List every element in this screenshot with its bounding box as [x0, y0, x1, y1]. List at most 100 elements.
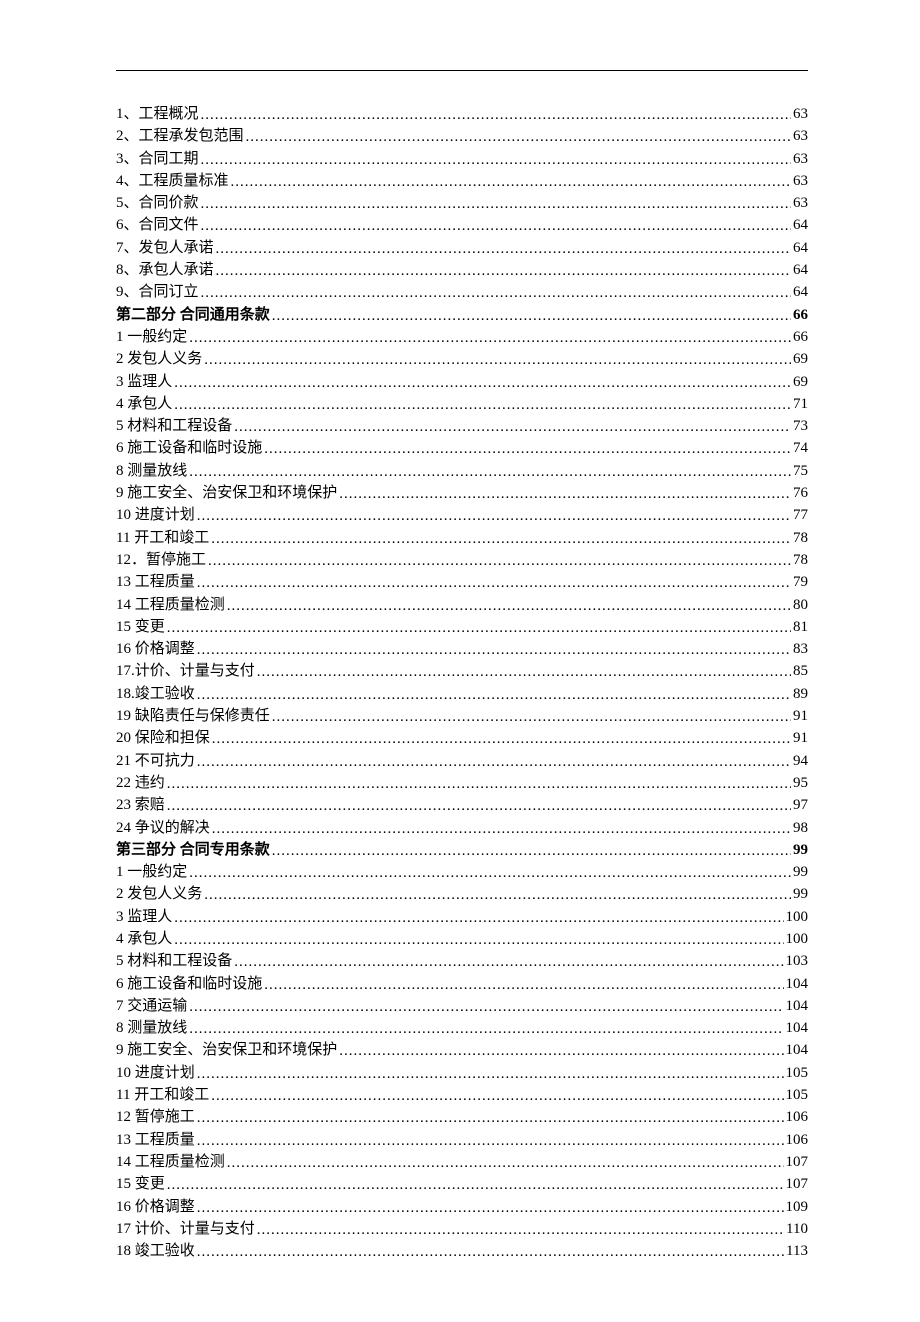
- toc-leader-dots: ........................................…: [212, 818, 791, 840]
- toc-entry[interactable]: 第二部分 合同通用条款.............................…: [116, 304, 808, 326]
- toc-entry[interactable]: 20 保险和担保................................…: [116, 727, 808, 749]
- toc-page-number: 63: [793, 148, 808, 170]
- toc-leader-dots: ........................................…: [197, 572, 791, 594]
- toc-entry[interactable]: 6 施工设备和临时设施.............................…: [116, 973, 808, 995]
- toc-page-number: 64: [793, 214, 808, 236]
- toc-entry[interactable]: 4 承包人...................................…: [116, 393, 808, 415]
- toc-entry[interactable]: 1 一般约定..................................…: [116, 861, 808, 883]
- toc-entry[interactable]: 13 工程质量.................................…: [116, 571, 808, 593]
- toc-leader-dots: ........................................…: [257, 1219, 784, 1241]
- toc-entry[interactable]: 15 变更...................................…: [116, 616, 808, 638]
- toc-leader-dots: ........................................…: [264, 438, 791, 460]
- toc-entry[interactable]: 5 材料和工程设备...............................…: [116, 950, 808, 972]
- toc-leader-dots: ........................................…: [231, 171, 791, 193]
- toc-entry[interactable]: 23 索赔...................................…: [116, 794, 808, 816]
- toc-leader-dots: ........................................…: [204, 884, 791, 906]
- toc-label: 4 承包人: [116, 393, 172, 415]
- toc-entry[interactable]: 14 工程质量检测...............................…: [116, 594, 808, 616]
- toc-label: 5 材料和工程设备: [116, 415, 232, 437]
- toc-entry[interactable]: 5 材料和工程设备...............................…: [116, 415, 808, 437]
- toc-label: 17.计价、计量与支付: [116, 660, 255, 682]
- toc-entry[interactable]: 21 不可抗力.................................…: [116, 750, 808, 772]
- toc-entry[interactable]: 17.计价、计量与支付.............................…: [116, 660, 808, 682]
- toc-leader-dots: ........................................…: [174, 929, 783, 951]
- toc-leader-dots: ........................................…: [189, 1018, 783, 1040]
- toc-entry[interactable]: 9 施工安全、治安保卫和环境保护........................…: [116, 1039, 808, 1061]
- toc-leader-dots: ........................................…: [212, 728, 791, 750]
- toc-entry[interactable]: 2 发包人义务.................................…: [116, 883, 808, 905]
- toc-entry[interactable]: 9、合同订立..................................…: [116, 281, 808, 303]
- toc-entry[interactable]: 1 一般约定..................................…: [116, 326, 808, 348]
- toc-leader-dots: ........................................…: [201, 193, 791, 215]
- toc-entry[interactable]: 12 暂停施工.................................…: [116, 1106, 808, 1128]
- toc-entry[interactable]: 3 监理人...................................…: [116, 906, 808, 928]
- toc-entry[interactable]: 8 测量放线..................................…: [116, 1017, 808, 1039]
- toc-label: 第二部分 合同通用条款: [116, 304, 270, 326]
- toc-label: 12．暂停施工: [116, 549, 206, 571]
- toc-page-number: 75: [793, 460, 808, 482]
- toc-entry[interactable]: 1、工程概况..................................…: [116, 103, 808, 125]
- toc-page-number: 104: [786, 973, 809, 995]
- toc-entry[interactable]: 3、合同工期..................................…: [116, 148, 808, 170]
- toc-entry[interactable]: 18.竣工验收.................................…: [116, 683, 808, 705]
- toc-leader-dots: ........................................…: [211, 1085, 783, 1107]
- toc-entry[interactable]: 11 开工和竣工................................…: [116, 1084, 808, 1106]
- toc-entry[interactable]: 10 进度计划.................................…: [116, 1062, 808, 1084]
- toc-page-number: 97: [793, 794, 808, 816]
- toc-page-number: 77: [793, 504, 808, 526]
- toc-leader-dots: ........................................…: [201, 215, 791, 237]
- toc-page-number: 91: [793, 705, 808, 727]
- toc-entry[interactable]: 2 发包人义务.................................…: [116, 348, 808, 370]
- toc-leader-dots: ........................................…: [167, 795, 791, 817]
- toc-entry[interactable]: 10 进度计划.................................…: [116, 504, 808, 526]
- toc-entry[interactable]: 4、工程质量标准................................…: [116, 170, 808, 192]
- toc-entry[interactable]: 9 施工安全、治安保卫和环境保护........................…: [116, 482, 808, 504]
- toc-leader-dots: ........................................…: [272, 305, 791, 327]
- toc-entry[interactable]: 2、工程承发包范围...............................…: [116, 125, 808, 147]
- toc-label: 8 测量放线: [116, 1017, 187, 1039]
- toc-page-number: 94: [793, 750, 808, 772]
- toc-leader-dots: ........................................…: [234, 416, 791, 438]
- toc-entry[interactable]: 16 价格调整.................................…: [116, 1196, 808, 1218]
- toc-entry[interactable]: 11 开工和竣工................................…: [116, 527, 808, 549]
- toc-entry[interactable]: 15 变更...................................…: [116, 1173, 808, 1195]
- toc-page-number: 100: [786, 928, 809, 950]
- toc-label: 2、工程承发包范围: [116, 125, 244, 147]
- toc-entry[interactable]: 3 监理人...................................…: [116, 371, 808, 393]
- toc-label: 21 不可抗力: [116, 750, 195, 772]
- toc-entry[interactable]: 24 争议的解决................................…: [116, 817, 808, 839]
- toc-label: 15 变更: [116, 616, 165, 638]
- toc-entry[interactable]: 5、合同价款..................................…: [116, 192, 808, 214]
- toc-entry[interactable]: 4 承包人...................................…: [116, 928, 808, 950]
- toc-leader-dots: ........................................…: [211, 528, 791, 550]
- toc-entry[interactable]: 6、合同文件..................................…: [116, 214, 808, 236]
- toc-entry[interactable]: 14 工程质量检测...............................…: [116, 1151, 808, 1173]
- toc-label: 15 变更: [116, 1173, 165, 1195]
- toc-entry[interactable]: 17 计价、计量与支付.............................…: [116, 1218, 808, 1240]
- toc-page-number: 69: [793, 371, 808, 393]
- toc-entry[interactable]: 16 价格调整.................................…: [116, 638, 808, 660]
- toc-label: 18.竣工验收: [116, 683, 195, 705]
- toc-leader-dots: ........................................…: [189, 327, 791, 349]
- toc-entry[interactable]: 19 缺陷责任与保修责任............................…: [116, 705, 808, 727]
- toc-leader-dots: ........................................…: [201, 104, 791, 126]
- toc-entry[interactable]: 12．暂停施工.................................…: [116, 549, 808, 571]
- toc-entry[interactable]: 6 施工设备和临时设施.............................…: [116, 437, 808, 459]
- toc-page-number: 78: [793, 549, 808, 571]
- toc-leader-dots: ........................................…: [227, 595, 791, 617]
- toc-label: 8、承包人承诺: [116, 259, 214, 281]
- toc-page-number: 63: [793, 103, 808, 125]
- toc-leader-dots: ........................................…: [272, 840, 791, 862]
- toc-entry[interactable]: 7 交通运输..................................…: [116, 995, 808, 1017]
- toc-entry[interactable]: 13 工程质量.................................…: [116, 1129, 808, 1151]
- toc-entry[interactable]: 8 测量放线..................................…: [116, 460, 808, 482]
- toc-label: 9 施工安全、治安保卫和环境保护: [116, 1039, 337, 1061]
- toc-label: 3 监理人: [116, 906, 172, 928]
- toc-leader-dots: ........................................…: [197, 751, 791, 773]
- toc-label: 18 竣工验收: [116, 1240, 195, 1262]
- toc-entry[interactable]: 7、发包人承诺.................................…: [116, 237, 808, 259]
- toc-entry[interactable]: 第三部分 合同专用条款.............................…: [116, 839, 808, 861]
- toc-entry[interactable]: 8、承包人承诺.................................…: [116, 259, 808, 281]
- toc-entry[interactable]: 22 违约...................................…: [116, 772, 808, 794]
- toc-entry[interactable]: 18 竣工验收.................................…: [116, 1240, 808, 1262]
